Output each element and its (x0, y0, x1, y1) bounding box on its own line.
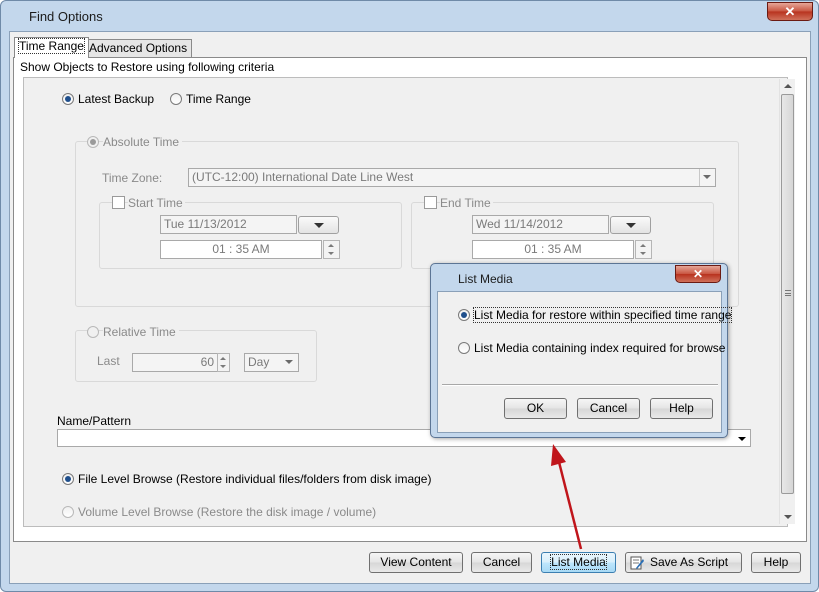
list-media-time-range-radio[interactable] (458, 309, 470, 321)
dialog-close-button[interactable]: ✕ (675, 265, 721, 283)
list-media-time-range-label[interactable]: List Media for restore within specified … (472, 307, 733, 323)
list-media-dialog-title: List Media (458, 272, 513, 286)
list-media-dialog-body: List Media for restore within specified … (437, 291, 733, 433)
list-media-index-label[interactable]: List Media containing index required for… (474, 341, 725, 355)
tab-time-range[interactable]: Time Range (14, 37, 89, 58)
list-media-index-radio[interactable] (458, 342, 470, 354)
dialog-ok-button[interactable]: OK (504, 398, 567, 419)
dialog-help-button[interactable]: Help (650, 398, 713, 419)
dialog-cancel-button[interactable]: Cancel (577, 398, 640, 419)
dialog-separator (442, 384, 718, 386)
list-media-dialog: List Media ✕ List Media for restore with… (430, 263, 733, 438)
tab-time-range-label: Time Range (18, 38, 85, 54)
